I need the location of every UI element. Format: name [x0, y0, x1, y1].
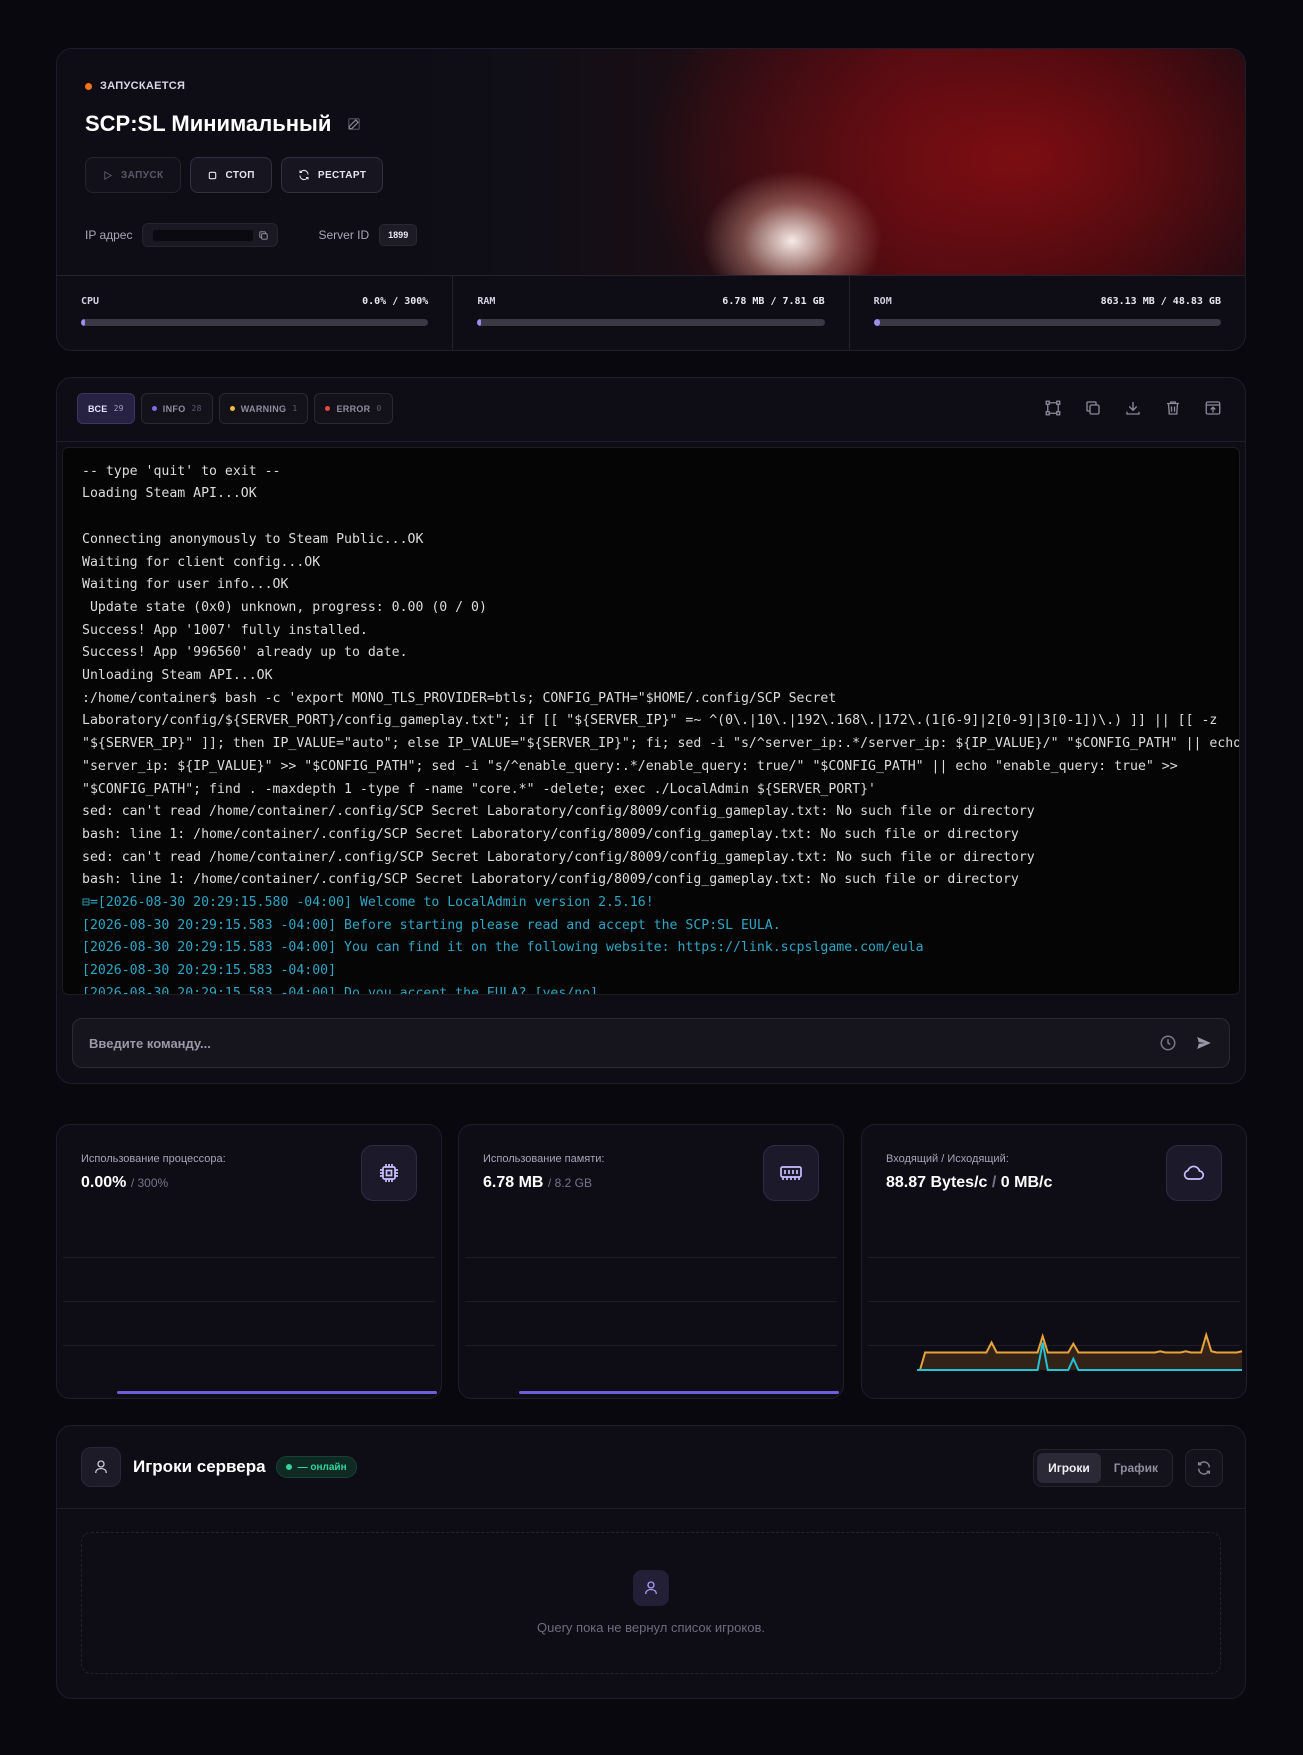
status-text: ЗАПУСКАЕТСЯ [100, 80, 186, 92]
ip-hidden-value [153, 230, 254, 241]
tab-warning[interactable]: WARNING 1 [218, 393, 309, 424]
resource-metrics: CPU 0.0% / 300% RAM 6.78 MB / 7.81 GB ROM 8… [57, 275, 1245, 350]
command-input[interactable] [89, 1035, 1141, 1051]
metric-rom: ROM 863.13 MB / 48.83 GB [848, 276, 1245, 350]
console-line: "${SERVER_IP}" ]]; then IP_VALUE="auto";… [82, 736, 1240, 752]
cpu-usage-value: 0.00% [81, 1174, 127, 1191]
console-line: "server_ip: ${IP_VALUE}" >> "$CONFIG_PAT… [82, 758, 1178, 774]
network-in-value: 88.87 Bytes/c [886, 1174, 988, 1191]
warning-dot [229, 406, 235, 411]
console-line: Loading Steam API...OK [82, 486, 257, 502]
empty-message: Query пока не вернул список игроков. [537, 1620, 765, 1635]
players-view-toggle: Игроки График [1033, 1449, 1173, 1487]
memory-usage-line [519, 1391, 839, 1394]
open-window-icon[interactable] [1203, 398, 1223, 418]
download-icon[interactable] [1123, 398, 1143, 418]
memory-usage-card: Использование памяти: 6.78 MB / 8.2 GB [458, 1124, 844, 1399]
server-title-row: SCP:SL Минимальный [85, 111, 361, 137]
console-line: -- type 'quit' to exit -- [82, 463, 281, 479]
play-icon [104, 170, 113, 180]
console-line: Update state (0x0) unknown, progress: 0.… [82, 599, 487, 615]
user-icon [81, 1447, 121, 1487]
edit-icon[interactable] [347, 111, 361, 137]
cpu-usage-card: Использование процессора: 0.00% / 300% [56, 1124, 442, 1399]
console-output[interactable]: -- type 'quit' to exit -- Loading Steam A… [62, 447, 1240, 995]
console-line: Unloading Steam API...OK [82, 668, 273, 684]
copy-logs-icon[interactable] [1083, 398, 1103, 418]
players-empty-state: Query пока не вернул список игроков. [81, 1532, 1221, 1674]
console-line: ⊟=[2026-08-30 20:29:15.580 -04:00] Welco… [82, 895, 654, 911]
console-line: Waiting for client config...OK [82, 554, 321, 570]
tab-info[interactable]: INFO 28 [140, 393, 213, 424]
refresh-icon [1197, 1461, 1211, 1475]
players-card: Игроки сервера — онлайн Игроки График Qu… [56, 1425, 1246, 1699]
metric-cpu: CPU 0.0% / 300% [57, 276, 452, 350]
memory-icon [763, 1145, 819, 1201]
restart-button[interactable]: РЕСТАРТ [280, 157, 384, 193]
console-line: [2026-08-30 20:29:15.583 -04:00] [82, 963, 337, 979]
tab-graph[interactable]: График [1103, 1453, 1169, 1483]
memory-usage-value: 6.78 MB [483, 1174, 544, 1191]
console-card: ВСЕ 29 INFO 28 WARNING 1 ERROR 0 -- type… [56, 377, 1246, 1084]
cpu-chip-icon [361, 1145, 417, 1201]
server-id-label: Server ID [318, 228, 370, 242]
cloud-icon [1166, 1145, 1222, 1201]
cpu-usage-line [117, 1391, 437, 1394]
send-icon[interactable] [1195, 1034, 1213, 1052]
stop-button[interactable]: СТОП [189, 157, 272, 193]
console-line: Laboratory/config/${SERVER_PORT}/config_… [82, 713, 1218, 729]
tab-players[interactable]: Игроки [1037, 1453, 1101, 1483]
ip-label: IP адрес [85, 228, 133, 242]
console-line: [2026-08-30 20:29:15.583 -04:00] Before … [82, 917, 781, 933]
console-line: [2026-08-30 20:29:15.583 -04:00] Do you … [82, 985, 599, 995]
console-line: Success! App '1007' fully installed. [82, 622, 368, 638]
console-line: bash: line 1: /home/container/.config/SC… [82, 872, 1019, 888]
history-icon[interactable] [1159, 1034, 1177, 1052]
ram-progress-bar [477, 319, 825, 326]
network-card: Входящий / Исходящий: 88.87 Bytes/c / 0 … [861, 1124, 1247, 1399]
console-line: Connecting anonymously to Steam Public..… [82, 531, 424, 547]
console-line: Waiting for user info...OK [82, 577, 289, 593]
tab-error[interactable]: ERROR 0 [314, 393, 393, 424]
players-title: Игроки сервера [133, 1457, 266, 1476]
console-line: bash: line 1: /home/container/.config/SC… [82, 826, 1019, 842]
console-line: :/home/container$ bash -c 'export MONO_T… [82, 690, 837, 706]
console-line: "$CONFIG_PATH"; find . -maxdepth 1 -type… [82, 781, 876, 797]
console-line: [2026-08-30 20:29:15.583 -04:00] You can… [82, 940, 924, 956]
info-dot [151, 406, 157, 411]
tab-all[interactable]: ВСЕ 29 [77, 393, 135, 424]
user-placeholder-icon [633, 1570, 669, 1606]
network-out-value: 0 MB/c [1000, 1174, 1053, 1191]
server-name: SCP:SL Минимальный [85, 111, 332, 136]
cpu-progress-bar [81, 319, 429, 326]
console-line: sed: can't read /home/container/.config/… [82, 804, 1035, 820]
network-chart [917, 1331, 1243, 1371]
metric-ram: RAM 6.78 MB / 7.81 GB [452, 276, 848, 350]
trash-icon[interactable] [1163, 398, 1183, 418]
console-lines: -- type 'quit' to exit -- Loading Steam A… [82, 448, 1240, 995]
log-filter-tabs: ВСЕ 29 INFO 28 WARNING 1 ERROR 0 [77, 393, 393, 424]
rom-progress-bar [873, 319, 1221, 326]
copy-icon[interactable] [258, 230, 269, 241]
status-dot [85, 82, 92, 90]
server-id-value: 1899 [379, 224, 418, 246]
stop-icon [208, 171, 216, 179]
start-button[interactable]: ЗАПУСК [85, 157, 181, 193]
ip-field[interactable] [142, 223, 279, 247]
restart-icon [299, 169, 309, 181]
error-dot [325, 406, 331, 411]
command-bar [72, 1018, 1230, 1068]
console-line: sed: can't read /home/container/.config/… [82, 849, 1035, 865]
fullscreen-icon[interactable] [1043, 398, 1063, 418]
console-line: Success! App '996560' already up to date… [82, 645, 408, 661]
online-badge: — онлайн [275, 1456, 357, 1478]
server-header-card: ЗАПУСКАЕТСЯ SCP:SL Минимальный ЗАПУСК СТ… [56, 48, 1246, 351]
console-toolbar [1043, 398, 1223, 418]
server-status: ЗАПУСКАЕТСЯ [85, 80, 185, 92]
refresh-button[interactable] [1185, 1449, 1223, 1487]
